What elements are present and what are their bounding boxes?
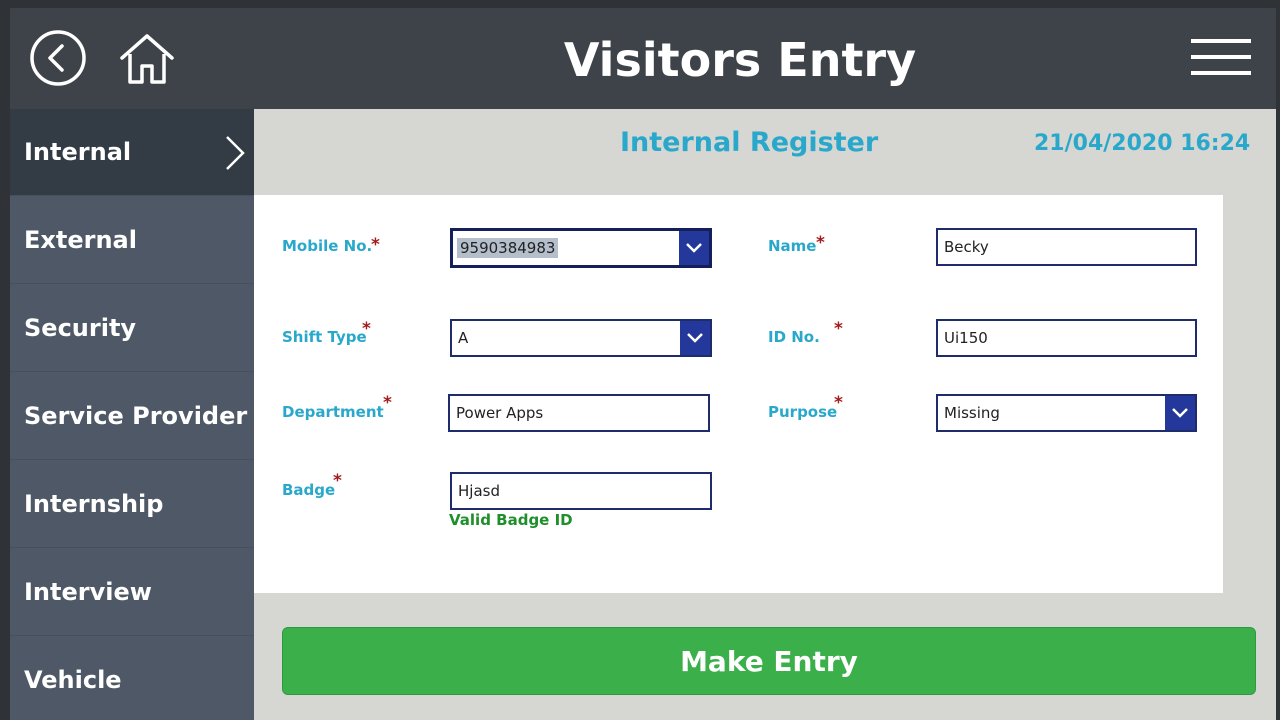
sidebar-item-label: Service Provider	[24, 402, 248, 430]
shift-type-dropdown[interactable]: A	[450, 319, 712, 357]
home-icon	[120, 34, 174, 84]
hamburger-menu-icon	[1191, 39, 1251, 75]
chevron-down-icon	[1172, 408, 1188, 418]
shift-type-label: Shift Type	[282, 328, 367, 346]
department-value: Power Apps	[456, 404, 544, 422]
purpose-label: Purpose	[768, 403, 838, 421]
name-input[interactable]: Becky	[936, 228, 1197, 266]
mobile-value: 9590384983	[457, 238, 559, 258]
sidebar-item-interview[interactable]: Interview	[10, 549, 254, 636]
main-content: Internal Register 21/04/2020 16:24 Mobil…	[254, 109, 1276, 720]
screen-frame: Visitors Entry Internal External Securit…	[0, 0, 1280, 720]
id-no-required-mark: *	[834, 319, 843, 339]
badge-input[interactable]: Hjasd	[450, 472, 712, 510]
sidebar: Internal External Security Service Provi…	[10, 109, 254, 720]
department-required-mark: *	[383, 393, 392, 413]
id-no-input[interactable]: Ui150	[936, 319, 1197, 357]
chevron-down-icon	[687, 333, 703, 343]
badge-label: Badge	[282, 481, 336, 499]
sidebar-item-label: Interview	[24, 578, 152, 606]
mobile-dropdown-button[interactable]	[679, 231, 709, 265]
sidebar-item-security[interactable]: Security	[10, 285, 254, 372]
chevron-right-icon	[226, 136, 245, 170]
form-panel: Mobile No. * 9590384983 Name * Becky Shi…	[254, 195, 1223, 593]
shift-type-required-mark: *	[362, 319, 371, 339]
sidebar-item-external[interactable]: External	[10, 197, 254, 284]
name-label: Name	[768, 237, 817, 255]
mobile-dropdown[interactable]: 9590384983	[450, 228, 712, 268]
mobile-required-mark: *	[371, 235, 380, 255]
id-no-label: ID No.	[768, 328, 820, 346]
purpose-value: Missing	[944, 404, 1000, 422]
sidebar-item-internship[interactable]: Internship	[10, 461, 254, 548]
page-title: Visitors Entry	[563, 33, 917, 87]
sidebar-item-label: Internal	[24, 138, 132, 166]
department-label: Department	[282, 403, 384, 421]
name-value: Becky	[944, 238, 989, 256]
purpose-dropdown-button[interactable]	[1165, 396, 1195, 430]
mobile-label: Mobile No.	[282, 237, 373, 255]
menu-button[interactable]	[1188, 34, 1254, 80]
back-circle-icon	[30, 30, 86, 86]
name-required-mark: *	[816, 233, 825, 253]
badge-required-mark: *	[333, 471, 342, 491]
make-entry-button[interactable]: Make Entry	[282, 627, 1256, 695]
sidebar-item-label: Vehicle	[24, 666, 122, 694]
sidebar-item-label: External	[24, 226, 137, 254]
home-button[interactable]	[118, 30, 176, 88]
sidebar-item-label: Security	[24, 314, 137, 342]
sidebar-item-internal[interactable]: Internal	[10, 109, 254, 196]
datetime-display: 21/04/2020 16:24	[1034, 131, 1251, 156]
purpose-required-mark: *	[834, 393, 843, 413]
chevron-down-icon	[686, 243, 702, 253]
id-no-value: Ui150	[944, 329, 988, 347]
section-title: Internal Register	[620, 127, 879, 158]
badge-value: Hjasd	[458, 482, 500, 500]
sidebar-item-service-provider[interactable]: Service Provider	[10, 373, 254, 460]
shift-type-value: A	[458, 329, 469, 347]
app-window: Visitors Entry Internal External Securit…	[10, 8, 1276, 720]
purpose-dropdown[interactable]: Missing	[936, 394, 1197, 432]
badge-validation-message: Valid Badge ID	[449, 511, 573, 529]
sidebar-item-vehicle[interactable]: Vehicle	[10, 637, 254, 720]
department-input[interactable]: Power Apps	[448, 394, 710, 432]
shift-type-dropdown-button[interactable]	[680, 321, 710, 355]
sidebar-item-label: Internship	[24, 490, 164, 518]
header-bar: Visitors Entry	[10, 8, 1276, 109]
back-button[interactable]	[29, 29, 87, 87]
